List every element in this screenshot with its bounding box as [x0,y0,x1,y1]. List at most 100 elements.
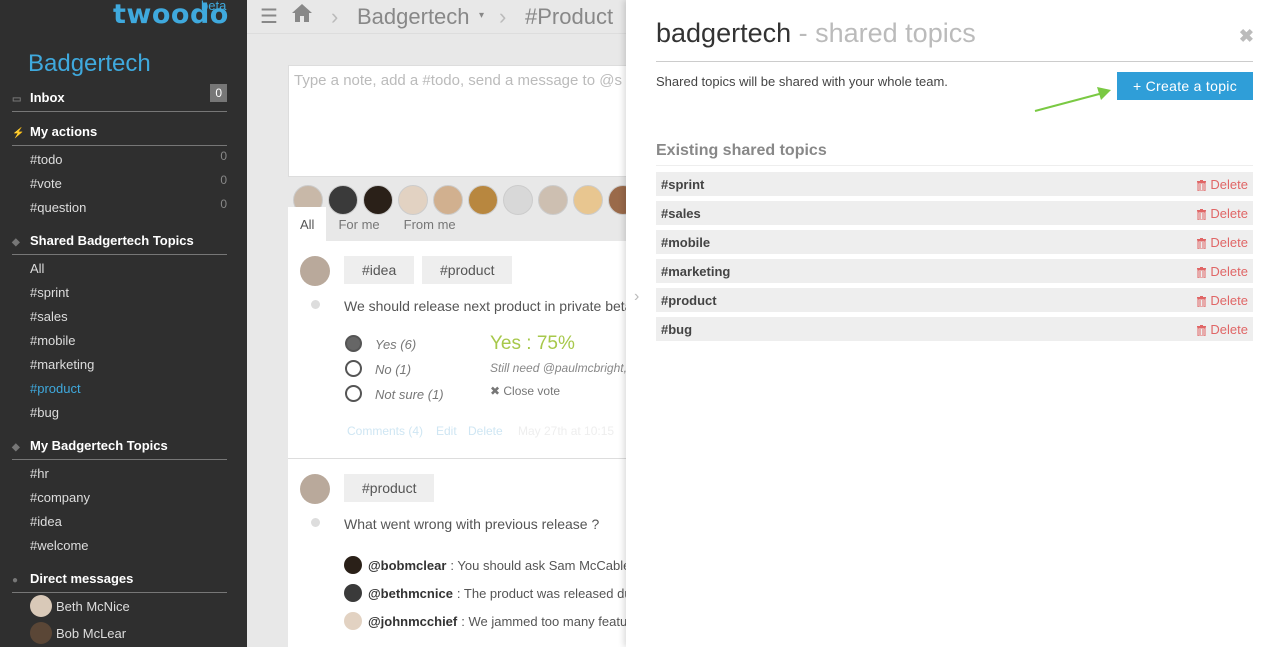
sidebar-item-vote[interactable]: #vote 0 [30,173,227,194]
topic-name: #sales [661,206,701,221]
topic-row: #marketing Delete [656,259,1253,283]
sidebar-item-marketing[interactable]: #marketing [30,357,227,375]
topic-row: #bug Delete [656,317,1253,341]
trash-icon [1197,266,1207,279]
delete-topic-button[interactable]: Delete [1197,322,1248,337]
chevron-right-icon[interactable]: › [634,288,639,306]
close-vote-label: Close vote [503,384,561,398]
sidebar-item-welcome[interactable]: #welcome [30,538,227,556]
delete-link[interactable]: Delete [468,424,503,438]
tag-icon: ◆ [12,237,20,248]
beta-badge: beta [201,0,227,13]
status-dot [311,300,320,309]
avatar[interactable] [573,185,603,215]
divider [288,458,648,459]
sidebar-item-all[interactable]: All [30,261,227,279]
post-text: What went wrong with previous release ? [344,516,600,532]
dm-item-beth[interactable]: Beth McNice [30,595,130,617]
trash-icon [1197,295,1207,308]
comment: @johnmcchief: We jammed too many featu [344,612,627,630]
topic-name: #product [661,293,717,308]
vote-radio-not-sure[interactable] [345,385,362,402]
sidebar-item-mobile[interactable]: #mobile [30,333,227,351]
topic-name: #marketing [661,264,731,279]
avatar[interactable] [503,185,533,215]
note-input[interactable] [294,72,634,89]
shared-topics-label: Shared Badgertech Topics [30,233,194,248]
breadcrumb-team[interactable]: Badgertech [357,4,470,30]
delete-topic-button[interactable]: Delete [1197,177,1248,192]
avatar [300,474,330,504]
close-vote-button[interactable]: ✖ Close vote [490,384,560,398]
comments-link[interactable]: Comments (4) [347,424,423,438]
edit-link[interactable]: Edit [436,424,457,438]
bolt-icon: ⚡ [12,128,25,139]
delete-topic-button[interactable]: Delete [1197,235,1248,250]
trash-icon [1197,237,1207,250]
shared-topics-panel: › badgertech - shared topics ✖ Shared to… [626,0,1268,647]
avatar[interactable] [468,185,498,215]
comment-text: : You should ask Sam McCable [450,557,631,573]
sidebar-item-todo[interactable]: #todo 0 [30,149,227,170]
close-icon[interactable]: ✖ [1239,26,1254,47]
delete-label: Delete [1210,235,1248,250]
vote-option-label: No (1) [375,362,412,377]
post-text: We should release next product in privat… [344,298,633,314]
home-icon[interactable] [291,3,313,29]
my-actions-label: My actions [30,124,98,139]
delete-topic-button[interactable]: Delete [1197,264,1248,279]
tab-all[interactable]: All [288,207,327,241]
chevron-down-icon[interactable]: ▾ [479,10,484,21]
user-icon: ● [12,575,19,586]
menu-icon[interactable]: ☰ [260,4,278,29]
sidebar-item-idea[interactable]: #idea [30,514,227,532]
sidebar-item-company[interactable]: #company [30,490,227,508]
sidebar-item-question[interactable]: #question 0 [30,197,227,218]
vote-option-label: Yes (6) [375,337,417,352]
vote-radio-no[interactable] [345,360,362,377]
sidebar-item-hr[interactable]: #hr [30,466,227,484]
avatar[interactable] [538,185,568,215]
vote-option-label: Not sure (1) [375,387,444,402]
breadcrumb-topic[interactable]: #Product [525,4,613,30]
delete-label: Delete [1210,264,1248,279]
tab-from-me[interactable]: From me [392,207,468,241]
avatar [344,584,362,602]
feed-tabs: All For me From me [288,207,468,241]
direct-messages-label: Direct messages [30,571,134,586]
sidebar-item-sprint[interactable]: #sprint [30,285,227,303]
team-name[interactable]: Badgertech [28,50,151,78]
tag-product[interactable]: #product [344,474,435,502]
comment: @bobmclear : You should ask Sam McCable [344,556,630,574]
tag-product[interactable]: #product [422,256,513,284]
vote-radio-yes[interactable] [345,335,362,352]
comment-author[interactable]: @bethmcnice [368,586,453,601]
avatar [30,595,52,617]
panel-title: badgertech - shared topics [656,18,976,49]
sidebar-item-bug[interactable]: #bug [30,405,227,423]
feed: #idea #product We should release next pr… [288,241,648,647]
note-composer[interactable] [288,65,648,177]
trash-icon [1197,179,1207,192]
dm-item-bob[interactable]: Bob McLear [30,622,126,644]
panel-title-sub: - shared topics [798,18,976,48]
delete-topic-button[interactable]: Delete [1197,206,1248,221]
topic-row: #mobile Delete [656,230,1253,254]
my-actions-header: ⚡ My actions [12,124,227,146]
sidebar-item-sales[interactable]: #sales [30,309,227,327]
comment-author[interactable]: @johnmcchief [368,614,457,629]
sidebar-item-label: #todo [30,152,63,167]
tag-idea[interactable]: #idea [344,256,415,284]
topic-row: #product Delete [656,288,1253,312]
delete-topic-button[interactable]: Delete [1197,293,1248,308]
sidebar-item-product[interactable]: #product [30,381,227,399]
comment-author[interactable]: @bobmclear [368,558,446,573]
create-topic-button[interactable]: + Create a topic [1117,72,1253,100]
status-dot [311,518,320,527]
tab-for-me[interactable]: For me [326,207,391,241]
sidebar-item-count: 0 [220,149,227,163]
inbox-link[interactable]: ▭ Inbox 0 [12,84,227,112]
sidebar-item-label: #question [30,200,87,215]
sidebar: twoodo beta Badgertech ▭ Inbox 0 ⚡ My acti… [0,0,247,647]
comment: @bethmcnice: The product was released du [344,584,632,602]
